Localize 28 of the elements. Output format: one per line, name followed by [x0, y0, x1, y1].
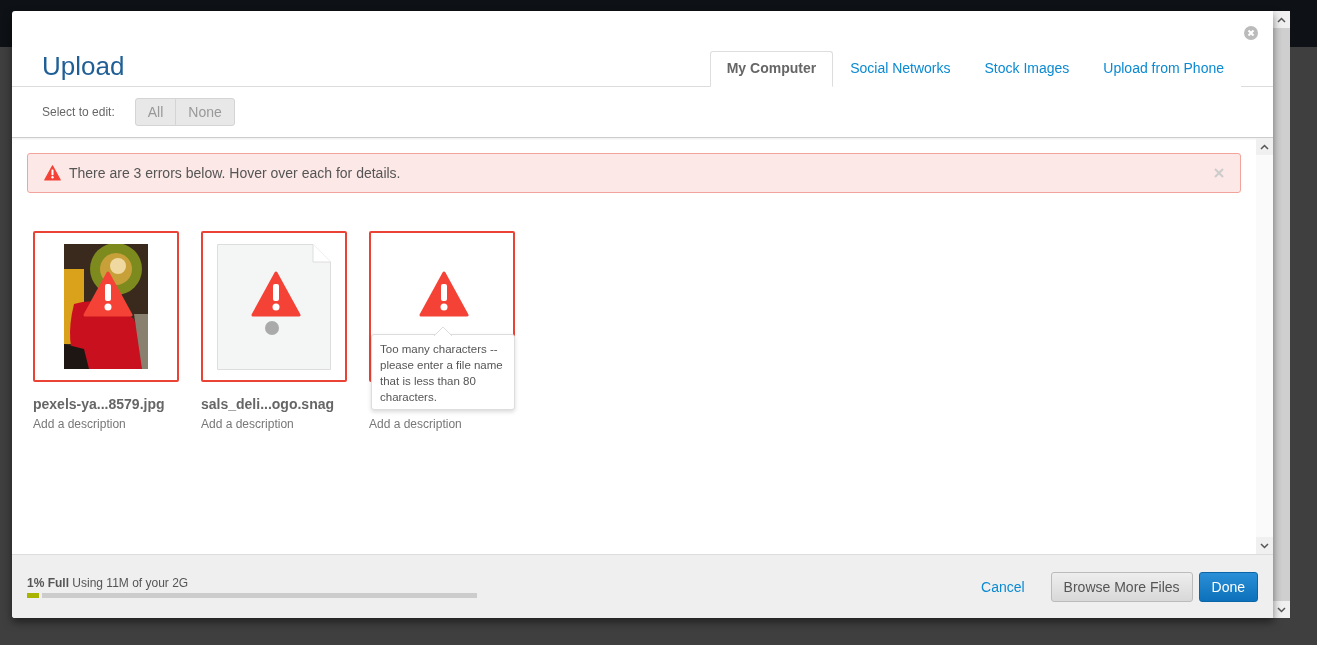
warning-icon: [419, 271, 469, 317]
description-link[interactable]: Add a description: [33, 417, 179, 431]
description-link[interactable]: Add a description: [369, 417, 515, 431]
tab[interactable]: My Computer: [709, 51, 834, 87]
description-link[interactable]: Add a description: [201, 417, 347, 431]
select-button[interactable]: None: [175, 98, 235, 126]
storage-text: 1% Full Using 11M of your 2G: [27, 575, 190, 590]
warning-icon: [44, 165, 61, 181]
dialog-title: Upload: [42, 51, 125, 82]
select-button[interactable]: All: [134, 98, 177, 126]
file-name: pexels-ya...8579.jpg: [33, 396, 166, 413]
cancel-link[interactable]: Cancel: [981, 578, 1025, 595]
done-button[interactable]: Done: [1198, 571, 1258, 602]
file-name: sals_deli...ogo.snag: [201, 396, 336, 413]
file-thumbnail[interactable]: [33, 231, 179, 382]
warning-icon: [251, 271, 301, 317]
scroll-up-icon[interactable]: [1273, 11, 1290, 28]
document-icon: [217, 243, 331, 370]
alert-text: There are 3 errors below. Hover over each for details.: [69, 165, 402, 181]
file-thumbnail[interactable]: [201, 231, 347, 382]
select-label: Select to edit:: [42, 105, 115, 119]
tooltip-pointer: [434, 326, 452, 336]
warning-icon: [83, 271, 133, 317]
browse-button[interactable]: Browse More Files: [1050, 571, 1193, 602]
scroll-down-icon[interactable]: [1256, 537, 1273, 554]
scrollbar[interactable]: [1273, 11, 1290, 618]
scroll-up-icon[interactable]: [1256, 138, 1273, 155]
scroll-down-icon[interactable]: [1273, 601, 1290, 618]
